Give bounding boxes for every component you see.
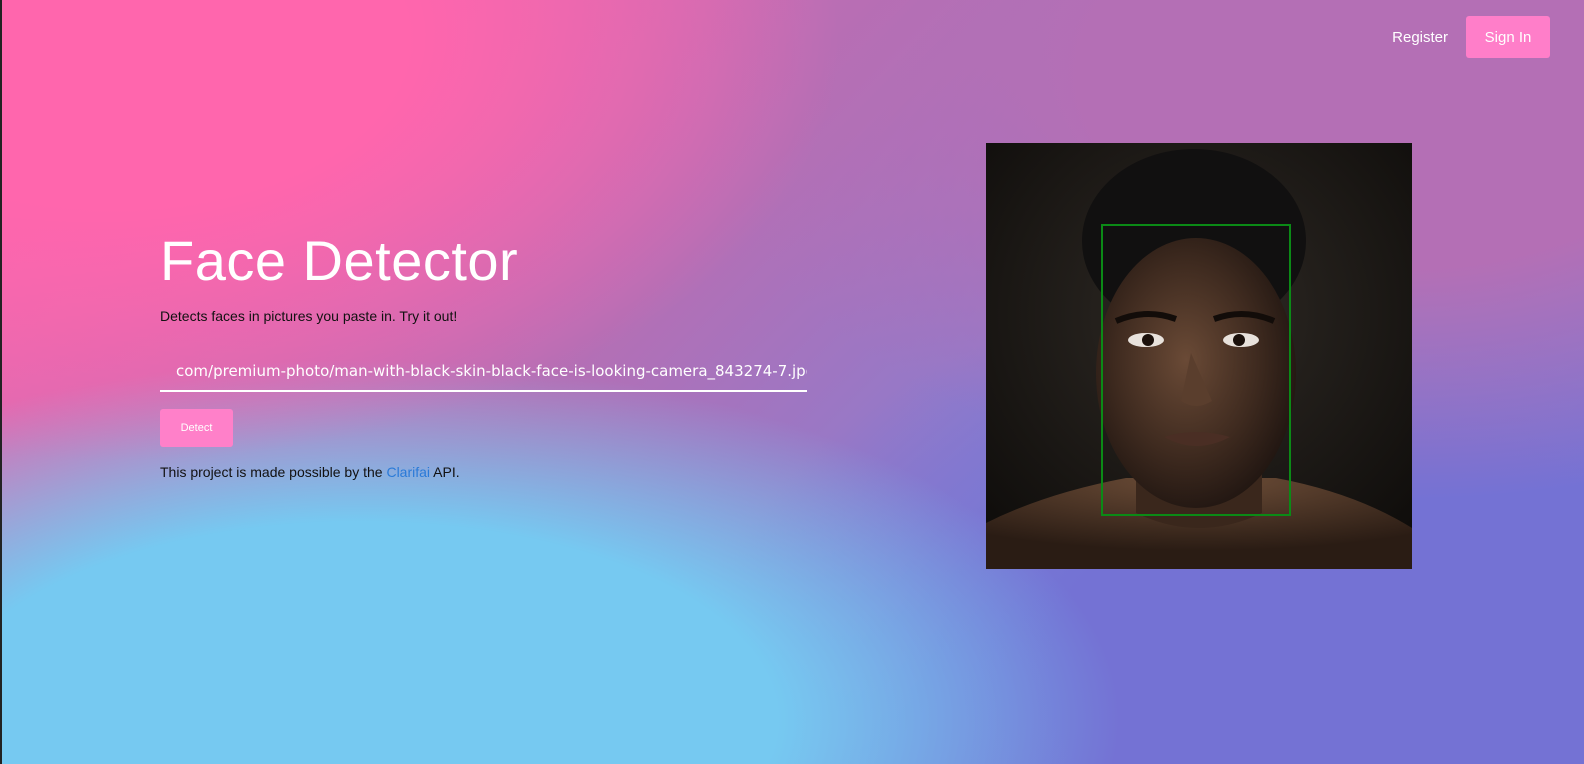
detect-button[interactable]: Detect [160, 409, 233, 447]
page-title: Face Detector [160, 229, 519, 292]
sign-in-button[interactable]: Sign In [1466, 16, 1550, 58]
image-url-input[interactable] [160, 352, 807, 392]
hero-section: Face Detector Detects faces in pictures … [160, 226, 820, 480]
credit-suffix: API. [430, 464, 460, 480]
credit-prefix: This project is made possible by the [160, 464, 387, 480]
credit-text: This project is made possible by the Cla… [160, 464, 820, 480]
result-image [986, 143, 1412, 569]
top-nav: Register Sign In [1392, 16, 1550, 58]
face-bounding-box [1101, 224, 1291, 516]
page-subtitle: Detects faces in pictures you paste in. … [160, 308, 458, 324]
register-link[interactable]: Register [1392, 29, 1448, 46]
clarifai-link[interactable]: Clarifai [386, 464, 430, 480]
